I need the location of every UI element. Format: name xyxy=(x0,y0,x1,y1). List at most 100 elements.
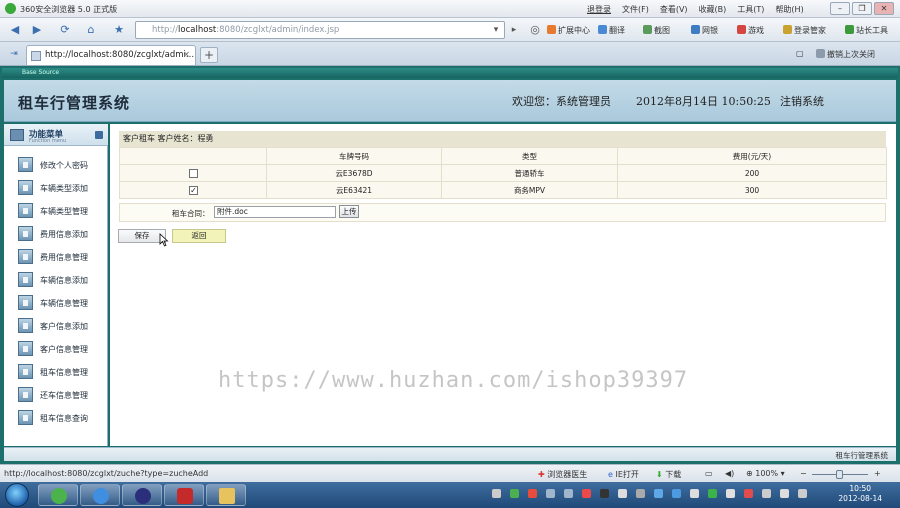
volume-icon[interactable]: ◀) xyxy=(725,469,734,478)
row-checkbox-checked[interactable]: ✓ xyxy=(189,185,198,195)
browser-status-bar: http://localhost:8080/zcglxt/zuche?type=… xyxy=(0,464,900,482)
browser-doctor[interactable]: ✚ 浏览器医生 xyxy=(538,469,587,480)
folder-icon xyxy=(219,488,235,504)
contract-file-input[interactable]: 附件.doc xyxy=(214,206,336,218)
volume-tray-icon[interactable] xyxy=(798,489,807,498)
menu-favorites[interactable]: 收藏(B) xyxy=(699,4,727,15)
document-icon xyxy=(18,295,33,310)
restore-closed-tab[interactable]: 撤销上次关闭 xyxy=(816,49,875,60)
taskbar-clock[interactable]: 10:50 2012-08-14 xyxy=(838,484,882,504)
fee-cell: 200 xyxy=(617,164,887,182)
sidebar-item-add-customer[interactable]: 客户信息添加 xyxy=(18,317,106,335)
tray-icon[interactable] xyxy=(600,489,609,498)
tray-icon[interactable] xyxy=(618,489,627,498)
sidebar-item-manage-return[interactable]: 还车信息管理 xyxy=(18,386,106,404)
sidebar-item-manage-vehicle[interactable]: 车辆信息管理 xyxy=(18,294,106,312)
sidebar-item-manage-customer[interactable]: 客户信息管理 xyxy=(18,340,106,358)
tray-icon[interactable] xyxy=(744,489,753,498)
favorite-star-icon[interactable]: ★ xyxy=(108,21,130,39)
tray-icon[interactable] xyxy=(492,489,501,498)
tray-icon[interactable] xyxy=(762,489,771,498)
tool-ebank[interactable]: 网银 xyxy=(691,25,718,36)
go-icon[interactable]: ▸ xyxy=(503,21,525,39)
safe-mode-icon[interactable]: ◎ xyxy=(524,21,546,39)
minimize-icon[interactable]: – xyxy=(830,2,850,15)
tray-icon[interactable] xyxy=(510,489,519,498)
home-icon[interactable]: ⌂ xyxy=(80,21,102,39)
address-prefix: http:// xyxy=(152,25,179,35)
refresh-icon[interactable]: ⟳ xyxy=(54,21,76,39)
zoom-in-icon[interactable]: + xyxy=(874,469,881,478)
document-icon xyxy=(18,318,33,333)
sidebar-item-change-password[interactable]: 修改个人密码 xyxy=(18,156,106,174)
address-host: localhost xyxy=(178,25,217,35)
app-top-strip: Base Source xyxy=(2,68,898,78)
tool-login-manager[interactable]: 登录管家 xyxy=(783,25,826,36)
taskbar-360-browser[interactable] xyxy=(38,484,78,506)
tray-icon[interactable] xyxy=(672,489,681,498)
status-monitor-icon[interactable]: ▭ xyxy=(705,469,713,478)
logout-link[interactable]: 注销系统 xyxy=(780,93,824,109)
document-icon xyxy=(18,272,33,287)
tray-icon[interactable] xyxy=(546,489,555,498)
tool-screenshot[interactable]: 截图 xyxy=(643,25,670,36)
document-icon xyxy=(18,341,33,356)
taskbar-explorer[interactable] xyxy=(206,484,246,506)
start-button[interactable] xyxy=(5,483,29,507)
tray-icon[interactable] xyxy=(582,489,591,498)
document-icon xyxy=(18,249,33,264)
close-icon[interactable]: ✕ xyxy=(874,2,894,15)
menu-file[interactable]: 文件(F) xyxy=(622,4,649,15)
tool-webmaster[interactable]: 站长工具 xyxy=(845,25,888,36)
downloads[interactable]: ⬇ 下载 xyxy=(656,469,681,480)
zoom-out-icon[interactable]: − xyxy=(800,469,807,478)
tray-icon[interactable] xyxy=(708,489,717,498)
back-icon[interactable]: ◀ xyxy=(4,21,26,39)
sidebar-toggle-icon[interactable]: ⇥ xyxy=(3,45,25,63)
type-cell: 普通轿车 xyxy=(441,164,618,182)
document-icon xyxy=(18,364,33,379)
zoom-level[interactable]: ⊕ 100% ▾ xyxy=(746,469,785,478)
tab-list-icon[interactable]: ▢ xyxy=(796,49,804,58)
sidebar-item-add-fee[interactable]: 费用信息添加 xyxy=(18,225,106,243)
sidebar-item-manage-rental[interactable]: 租车信息管理 xyxy=(18,363,106,381)
tool-translate[interactable]: 翻译 xyxy=(598,25,625,36)
tray-icon[interactable] xyxy=(528,489,537,498)
tab-active[interactable]: http://localhost:8080/zcglxt/admi... × xyxy=(26,45,196,65)
browser-toolbar: ◀ ▶ ⟳ ⌂ ★ http://localhost:8080/zcglxt/a… xyxy=(0,18,900,42)
tool-games[interactable]: 游戏 xyxy=(737,25,764,36)
current-datetime: 2012年8月14日 10:50:25 xyxy=(636,95,771,108)
zoom-slider-handle[interactable] xyxy=(836,470,843,479)
tray-icon[interactable] xyxy=(636,489,645,498)
menu-help[interactable]: 帮助(H) xyxy=(775,4,803,15)
tray-icon[interactable] xyxy=(654,489,663,498)
sidebar-item-add-vehicle[interactable]: 车辆信息添加 xyxy=(18,271,106,289)
sidebar-item-manage-vehicle-type[interactable]: 车辆类型管理 xyxy=(18,202,106,220)
menu-tools[interactable]: 工具(T) xyxy=(737,4,764,15)
tray-icon[interactable] xyxy=(690,489,699,498)
menu-view[interactable]: 查看(V) xyxy=(660,4,688,15)
taskbar-eclipse[interactable] xyxy=(122,484,162,506)
back-button[interactable]: 返回 xyxy=(172,229,226,243)
taskbar-app[interactable] xyxy=(164,484,204,506)
forward-icon[interactable]: ▶ xyxy=(26,21,48,39)
address-bar[interactable]: http://localhost:8080/zcglxt/admin/index… xyxy=(135,21,505,39)
menu-logout[interactable]: 退登录 xyxy=(587,4,611,15)
tray-icon[interactable] xyxy=(564,489,573,498)
sidebar-item-query-rental[interactable]: 租车信息查询 xyxy=(18,409,106,427)
doctor-icon: ✚ xyxy=(538,470,545,479)
new-tab-button[interactable]: + xyxy=(200,47,218,63)
sidebar-item-add-vehicle-type[interactable]: 车辆类型添加 xyxy=(18,179,106,197)
tab-close-icon[interactable]: × xyxy=(183,46,190,65)
restore-icon[interactable]: ❐ xyxy=(852,2,872,15)
row-checkbox[interactable] xyxy=(189,168,198,178)
tool-extensions[interactable]: 扩展中心 xyxy=(547,25,590,36)
tray-icon[interactable] xyxy=(780,489,789,498)
open-in-ie[interactable]: e IE打开 xyxy=(608,469,639,480)
tray-icon[interactable] xyxy=(726,489,735,498)
taskbar-ie[interactable] xyxy=(80,484,120,506)
upload-button[interactable]: 上传 xyxy=(339,205,359,218)
menu-collapse-icon[interactable] xyxy=(95,131,103,139)
clock-date: 2012-08-14 xyxy=(838,494,882,503)
sidebar-item-manage-fee[interactable]: 费用信息管理 xyxy=(18,248,106,266)
